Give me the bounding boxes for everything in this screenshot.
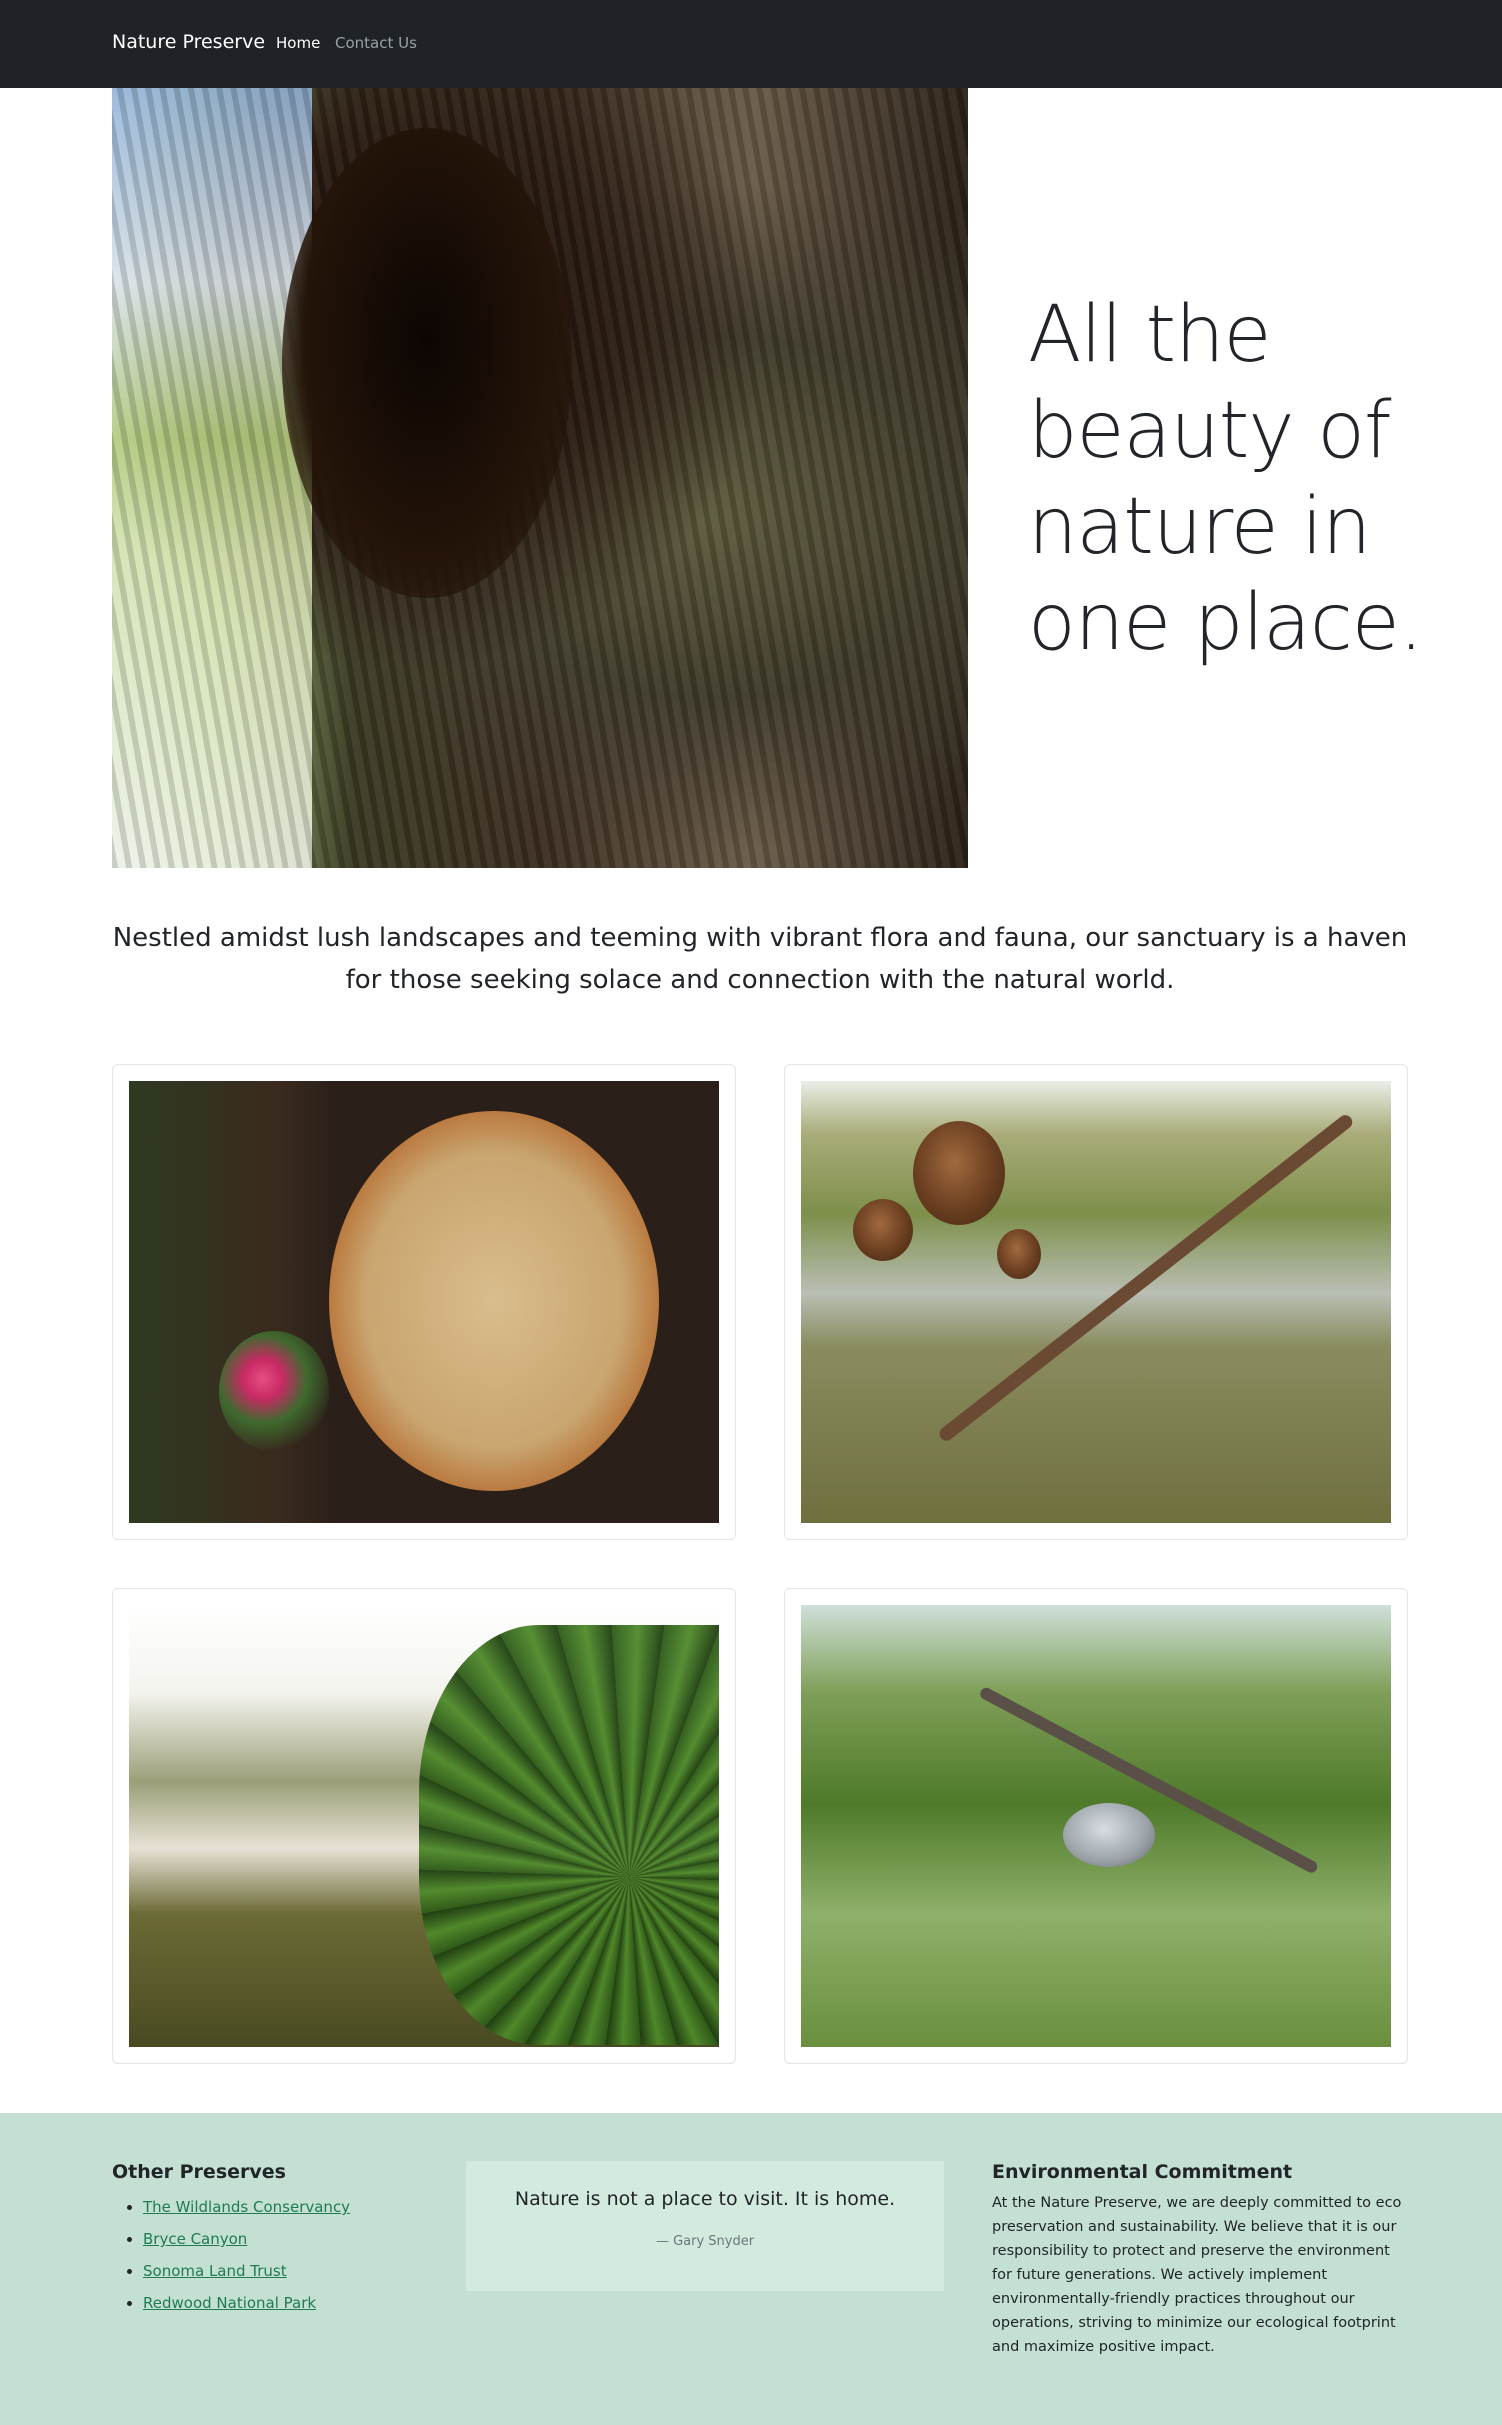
pine-needles-shape — [419, 1625, 719, 2045]
cut-branch-shape — [329, 1111, 659, 1491]
pine-cone-shape — [913, 1121, 1005, 1225]
gallery-card-mossy-rock — [784, 1588, 1408, 2064]
commitment-heading: Environmental Commitment — [992, 2161, 1293, 2183]
nav-link-contact-us[interactable]: Contact Us — [335, 34, 417, 52]
preserve-link[interactable]: Bryce Canyon — [143, 2230, 247, 2248]
gallery-card-pine-needles — [112, 1588, 736, 2064]
list-item: Redwood National Park — [143, 2287, 442, 2319]
intro-text: Nestled amidst lush landscapes and teemi… — [112, 923, 1408, 995]
preserves-list: The Wildlands Conservancy Bryce Canyon S… — [112, 2191, 442, 2319]
footer-environmental-commitment: Environmental Commitment At the Nature P… — [992, 2161, 1402, 2359]
list-item: Sonoma Land Trust — [143, 2255, 442, 2287]
other-preserves-heading: Other Preserves — [112, 2161, 286, 2183]
hero-image-tree-bark — [112, 88, 968, 868]
quote-block: Nature is not a place to visit. It is ho… — [466, 2161, 944, 2291]
pink-flowers-shape — [219, 1331, 329, 1451]
footer-other-preserves: Other Preserves The Wildlands Conservanc… — [112, 2161, 442, 2319]
quote-author: — Gary Snyder — [655, 2234, 755, 2249]
hero-title: All the beauty of nature in one place. — [1028, 290, 1424, 668]
navbar-brand[interactable]: Nature Preserve — [112, 31, 265, 53]
preserve-link[interactable]: Redwood National Park — [143, 2294, 316, 2312]
pine-cone-shape — [997, 1229, 1041, 1279]
gallery-image-pine-needles — [129, 1605, 719, 2047]
quote-text: Nature is not a place to visit. It is ho… — [514, 2188, 896, 2210]
pine-cone-shape — [853, 1199, 913, 1261]
preserve-link[interactable]: Sonoma Land Trust — [143, 2262, 287, 2280]
preserve-link[interactable]: The Wildlands Conservancy — [143, 2198, 350, 2216]
gallery-image-mossy-rock — [801, 1605, 1391, 2047]
gallery-card-cut-branch — [112, 1064, 736, 1540]
list-item: The Wildlands Conservancy — [143, 2191, 442, 2223]
nav-link-home[interactable]: Home — [276, 34, 320, 52]
footer: Other Preserves The Wildlands Conservanc… — [0, 2113, 1502, 2425]
hero-image-tree-hollow — [282, 128, 572, 598]
gallery-image-cut-branch — [129, 1081, 719, 1523]
gallery-card-pine-cones — [784, 1064, 1408, 1540]
commitment-text: At the Nature Preserve, we are deeply co… — [992, 2195, 1402, 2355]
list-item: Bryce Canyon — [143, 2223, 442, 2255]
navbar: Nature Preserve Home Contact Us — [0, 0, 1502, 88]
gallery-image-pine-cones — [801, 1081, 1391, 1523]
rock-shape — [1063, 1803, 1155, 1867]
